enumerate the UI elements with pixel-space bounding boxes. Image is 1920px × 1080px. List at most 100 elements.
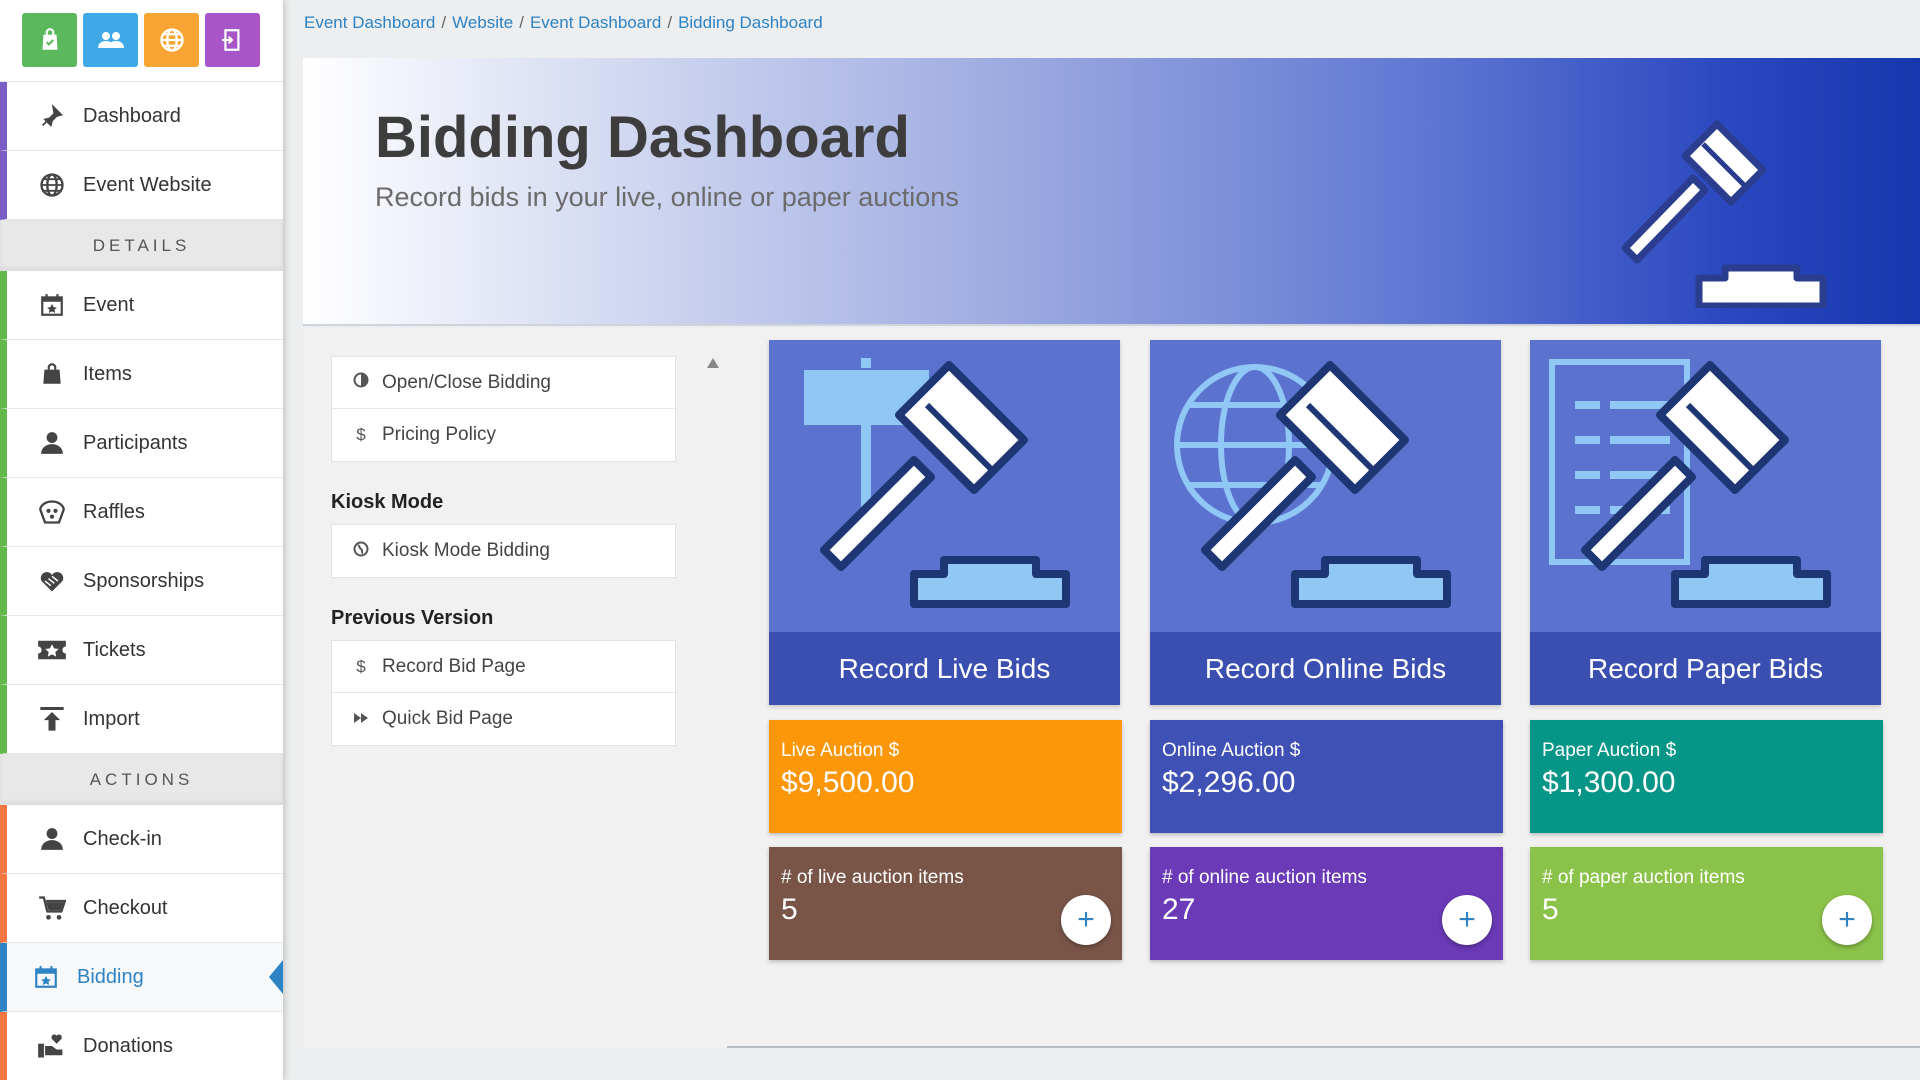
globe-icon	[352, 541, 370, 562]
kiosk-mode-bidding-link[interactable]: Kiosk Mode Bidding	[332, 525, 675, 577]
online-auction-gavel-icon	[1174, 361, 1451, 608]
record-bid-page-label: Record Bid Page	[382, 655, 526, 677]
globe-icon[interactable]	[144, 13, 199, 67]
sidebar-item-import[interactable]: Import	[0, 685, 283, 754]
sidebar-item-event[interactable]: Event	[0, 271, 283, 340]
shopping-bag-icon	[37, 359, 67, 389]
paper-auction-count-tile: # of paper auction items 5 +	[1530, 847, 1883, 960]
sidebar-item-label: Participants	[83, 431, 188, 454]
sidebar-item-checkout[interactable]: Checkout	[0, 874, 283, 943]
sidebar-item-check-in[interactable]: Check-in	[0, 805, 283, 874]
kiosk-mode-heading: Kiosk Mode	[331, 491, 444, 513]
pricing-policy-link[interactable]: $ Pricing Policy	[332, 409, 675, 461]
sidebar-item-label: Checkout	[83, 896, 168, 919]
page-title: Bidding Dashboard	[375, 105, 910, 170]
upload-icon	[37, 704, 67, 734]
kiosk-mode-group: Kiosk Mode Bidding	[331, 524, 676, 578]
main-content: Open/Close Bidding $ Pricing Policy Kios…	[303, 328, 1920, 1048]
raffle-icon	[37, 497, 67, 527]
live-auction-total-label: Live Auction $	[781, 740, 900, 761]
live-auction-total-value: $9,500.00	[781, 766, 915, 799]
online-auction-count-tile: # of online auction items 27 +	[1150, 847, 1503, 960]
live-auction-count-tile: # of live auction items 5 +	[769, 847, 1122, 960]
sidebar-section-details: DETAILS	[0, 220, 283, 271]
sidebar-item-dashboard[interactable]: Dashboard	[0, 82, 283, 151]
page-subtitle: Record bids in your live, online or pape…	[375, 182, 959, 212]
person-icon	[37, 428, 67, 458]
sidebar-item-label: Event Website	[83, 173, 212, 196]
pricing-policy-label: Pricing Policy	[382, 424, 497, 445]
sidebar-item-label: Items	[83, 362, 132, 385]
sidebar-item-donations[interactable]: Donations	[0, 1012, 283, 1080]
live-auction-gavel-icon	[804, 358, 1070, 608]
online-auction-total-tile: Online Auction $ $2,296.00	[1150, 720, 1503, 833]
sidebar-top-icons	[0, 0, 283, 82]
dollar-icon: $	[356, 656, 366, 676]
cart-icon	[37, 893, 67, 923]
previous-version-group: $ Record Bid Page Quick Bid Page	[331, 640, 676, 746]
sidebar-item-bidding[interactable]: Bidding	[0, 943, 283, 1012]
sidebar-section-actions: ACTIONS	[0, 754, 283, 805]
breadcrumb-bidding-dashboard[interactable]: Bidding Dashboard	[678, 13, 823, 32]
calendar-star-icon	[31, 962, 61, 992]
quick-bid-page-link[interactable]: Quick Bid Page	[332, 693, 675, 745]
record-live-bids-title: Record Live Bids	[769, 632, 1120, 705]
half-circle-icon	[352, 372, 370, 393]
hero-banner: Bidding Dashboard Record bids in your li…	[303, 58, 1920, 326]
sidebar-item-label: Tickets	[83, 638, 146, 661]
online-auction-total-label: Online Auction $	[1162, 740, 1301, 761]
ticket-star-icon	[37, 635, 67, 665]
shopping-bag-icon[interactable]	[22, 13, 77, 67]
scroll-up-arrow[interactable]	[707, 358, 719, 368]
online-auction-total-value: $2,296.00	[1162, 766, 1296, 799]
kiosk-mode-bidding-label: Kiosk Mode Bidding	[382, 540, 550, 561]
breadcrumb-event-dashboard-2[interactable]: Event Dashboard	[530, 13, 661, 32]
record-live-bids-card[interactable]: Record Live Bids	[769, 340, 1120, 705]
sidebar-item-tickets[interactable]: Tickets	[0, 616, 283, 685]
add-paper-item-button[interactable]: +	[1822, 895, 1872, 945]
fast-forward-icon	[352, 709, 370, 729]
quick-bid-page-label: Quick Bid Page	[382, 708, 513, 729]
sidebar-item-label: Event	[83, 293, 135, 316]
online-auction-count-label: # of online auction items	[1162, 867, 1367, 888]
add-live-item-button[interactable]: +	[1061, 895, 1111, 945]
live-auction-total-tile: Live Auction $ $9,500.00	[769, 720, 1122, 833]
users-icon[interactable]	[83, 13, 138, 67]
sidebar-item-participants[interactable]: Participants	[0, 409, 283, 478]
paper-auction-total-value: $1,300.00	[1542, 766, 1676, 799]
paper-auction-count-label: # of paper auction items	[1542, 867, 1745, 888]
bidding-options-group: Open/Close Bidding $ Pricing Policy	[331, 356, 676, 462]
record-bid-page-link[interactable]: $ Record Bid Page	[332, 641, 675, 693]
sidebar-item-label: Dashboard	[83, 104, 181, 127]
breadcrumb: Event Dashboard / Website / Event Dashboard /…	[304, 13, 823, 32]
paper-auction-gavel-icon	[1549, 359, 1831, 608]
sidebar-item-label: Bidding	[77, 965, 144, 988]
dashboard-icon	[37, 101, 67, 131]
breadcrumb-website[interactable]: Website	[452, 13, 513, 32]
sidebar-item-label: Raffles	[83, 500, 145, 523]
record-online-bids-card[interactable]: Record Online Bids	[1150, 340, 1501, 705]
sidebar-item-label: Import	[83, 707, 140, 730]
add-online-item-button[interactable]: +	[1442, 895, 1492, 945]
dollar-icon: $	[356, 425, 366, 444]
paper-auction-total-label: Paper Auction $	[1542, 740, 1677, 761]
previous-version-heading: Previous Version	[331, 607, 494, 629]
sidebar-item-label: Donations	[83, 1034, 174, 1057]
exit-icon[interactable]	[205, 13, 260, 67]
breadcrumb-event-dashboard[interactable]: Event Dashboard	[304, 13, 435, 32]
open-close-bidding-label: Open/Close Bidding	[382, 371, 551, 393]
open-close-bidding-link[interactable]: Open/Close Bidding	[332, 357, 675, 409]
calendar-star-icon	[37, 290, 67, 320]
record-paper-bids-card[interactable]: Record Paper Bids	[1530, 340, 1881, 705]
record-online-bids-title: Record Online Bids	[1150, 632, 1501, 705]
handshake-heart-icon	[37, 566, 67, 596]
record-paper-bids-title: Record Paper Bids	[1530, 632, 1881, 705]
sidebar-item-items[interactable]: Items	[0, 340, 283, 409]
options-panel: Open/Close Bidding $ Pricing Policy Kios…	[303, 328, 727, 1048]
sidebar-item-event-website[interactable]: Event Website	[0, 151, 283, 220]
donation-hand-icon	[37, 1031, 67, 1061]
sidebar-item-sponsorships[interactable]: Sponsorships	[0, 547, 283, 616]
sidebar-item-label: Check-in	[83, 827, 162, 850]
sidebar-item-raffles[interactable]: Raffles	[0, 478, 283, 547]
live-auction-count-label: # of live auction items	[781, 867, 964, 888]
